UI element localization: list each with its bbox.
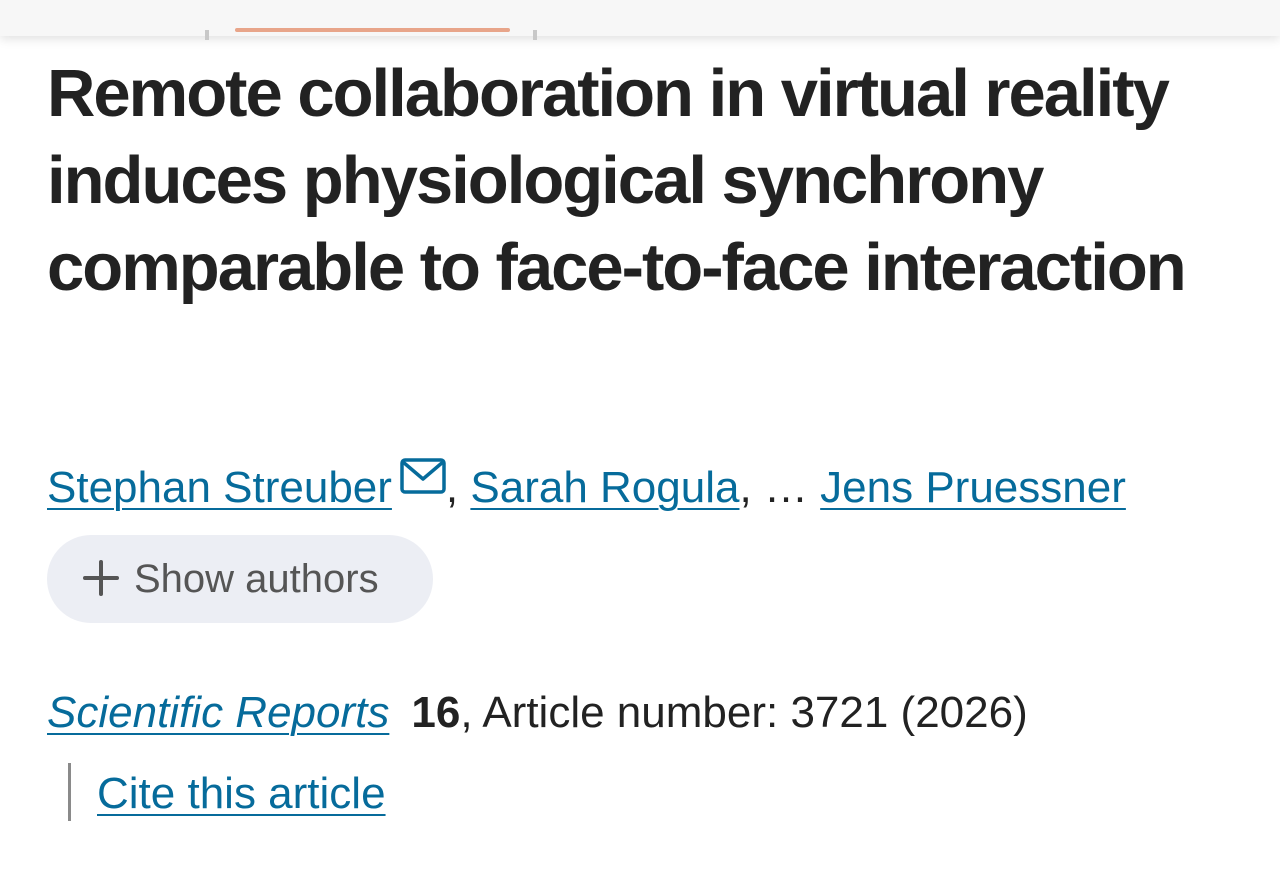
journal-link[interactable]: Scientific Reports [47,688,389,737]
volume-number: 16 [411,688,461,737]
cite-this-article-link[interactable]: Cite this article [97,766,386,822]
author-ellipsis: … [763,463,808,512]
mail-icon[interactable] [392,458,446,512]
citation-line: Scientific Reports 16, Article number: 37… [47,685,1028,741]
article-title: Remote collaboration in virtual reality … [47,56,1187,305]
author-separator: , [445,463,459,512]
nav-divider [205,30,209,40]
cite-divider [68,763,71,821]
author-link-sarah-rogula[interactable]: Sarah Rogula [470,463,739,512]
plus-icon [47,559,134,599]
show-authors-label: Show authors [134,556,379,601]
author-link-stephan-streuber[interactable]: Stephan Streuber [47,463,392,512]
author-separator: , [739,463,752,512]
show-authors-button[interactable]: Show authors [47,535,433,623]
article-number-text: , Article number: 3721 (2026) [460,688,1028,737]
top-navigation-bar [0,0,1280,40]
author-link-jens-pruessner[interactable]: Jens Pruessner [820,463,1126,512]
author-list: Stephan Streuber, Sarah Rogula, … Jens P… [47,458,1126,516]
active-tab-indicator [235,28,510,32]
nav-divider [533,30,537,40]
